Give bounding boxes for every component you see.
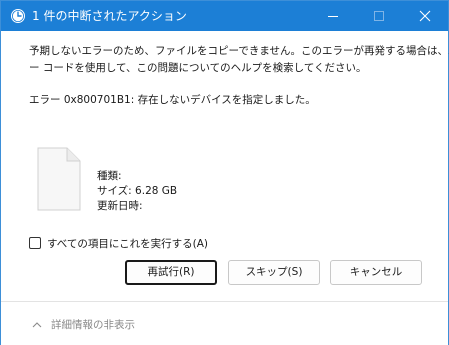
file-properties: 種類: サイズ: 6.28 GB 更新日時: <box>97 169 177 214</box>
maximize-icon <box>374 11 384 21</box>
retry-button[interactable]: 再試行(R) <box>125 260 217 285</box>
file-modified: 更新日時: <box>97 200 143 212</box>
maximize-button[interactable] <box>356 1 402 31</box>
close-icon <box>419 10 431 22</box>
error-message: 予期しないエラーのため、ファイルをコピーできません。このエラーが再発する場合は、… <box>29 43 449 77</box>
hide-details-toggle[interactable]: 詳細情報の非表示 <box>32 316 135 332</box>
file-type: 種類: <box>97 170 122 182</box>
dialog-footer: 詳細情報の非表示 <box>1 302 448 345</box>
apply-to-all-label: すべての項目にこれを実行する(A) <box>47 237 209 250</box>
clock-icon <box>10 8 26 24</box>
close-button[interactable] <box>402 1 448 31</box>
title-bar: 1 件の中断されたアクション <box>1 1 448 31</box>
minimize-icon <box>328 16 338 17</box>
error-message-line: 予期しないエラーのため、ファイルをコピーできません。このエラーが再発する場合は、… <box>29 45 449 57</box>
hide-details-label: 詳細情報の非表示 <box>51 318 135 331</box>
cancel-button[interactable]: キャンセル <box>330 260 422 285</box>
minimize-button[interactable] <box>310 1 356 31</box>
skip-button[interactable]: スキップ(S) <box>228 260 320 285</box>
file-icon <box>37 147 81 211</box>
error-code-text: エラー 0x800701B1: 存在しないデバイスを指定しました。 <box>29 94 316 106</box>
window-title: 1 件の中断されたアクション <box>32 9 187 23</box>
apply-to-all-option[interactable]: すべての項目にこれを実行する(A) <box>29 235 208 251</box>
error-dialog: 1 件の中断されたアクション 予期しないエラーのため、ファイルをコピーできません… <box>0 0 449 345</box>
file-size: サイズ: 6.28 GB <box>97 185 178 197</box>
error-message-line: ー コードを使用して、この問題についてのヘルプを検索してください。 <box>29 62 367 74</box>
apply-to-all-checkbox[interactable] <box>29 237 41 249</box>
chevron-up-icon <box>32 321 42 327</box>
